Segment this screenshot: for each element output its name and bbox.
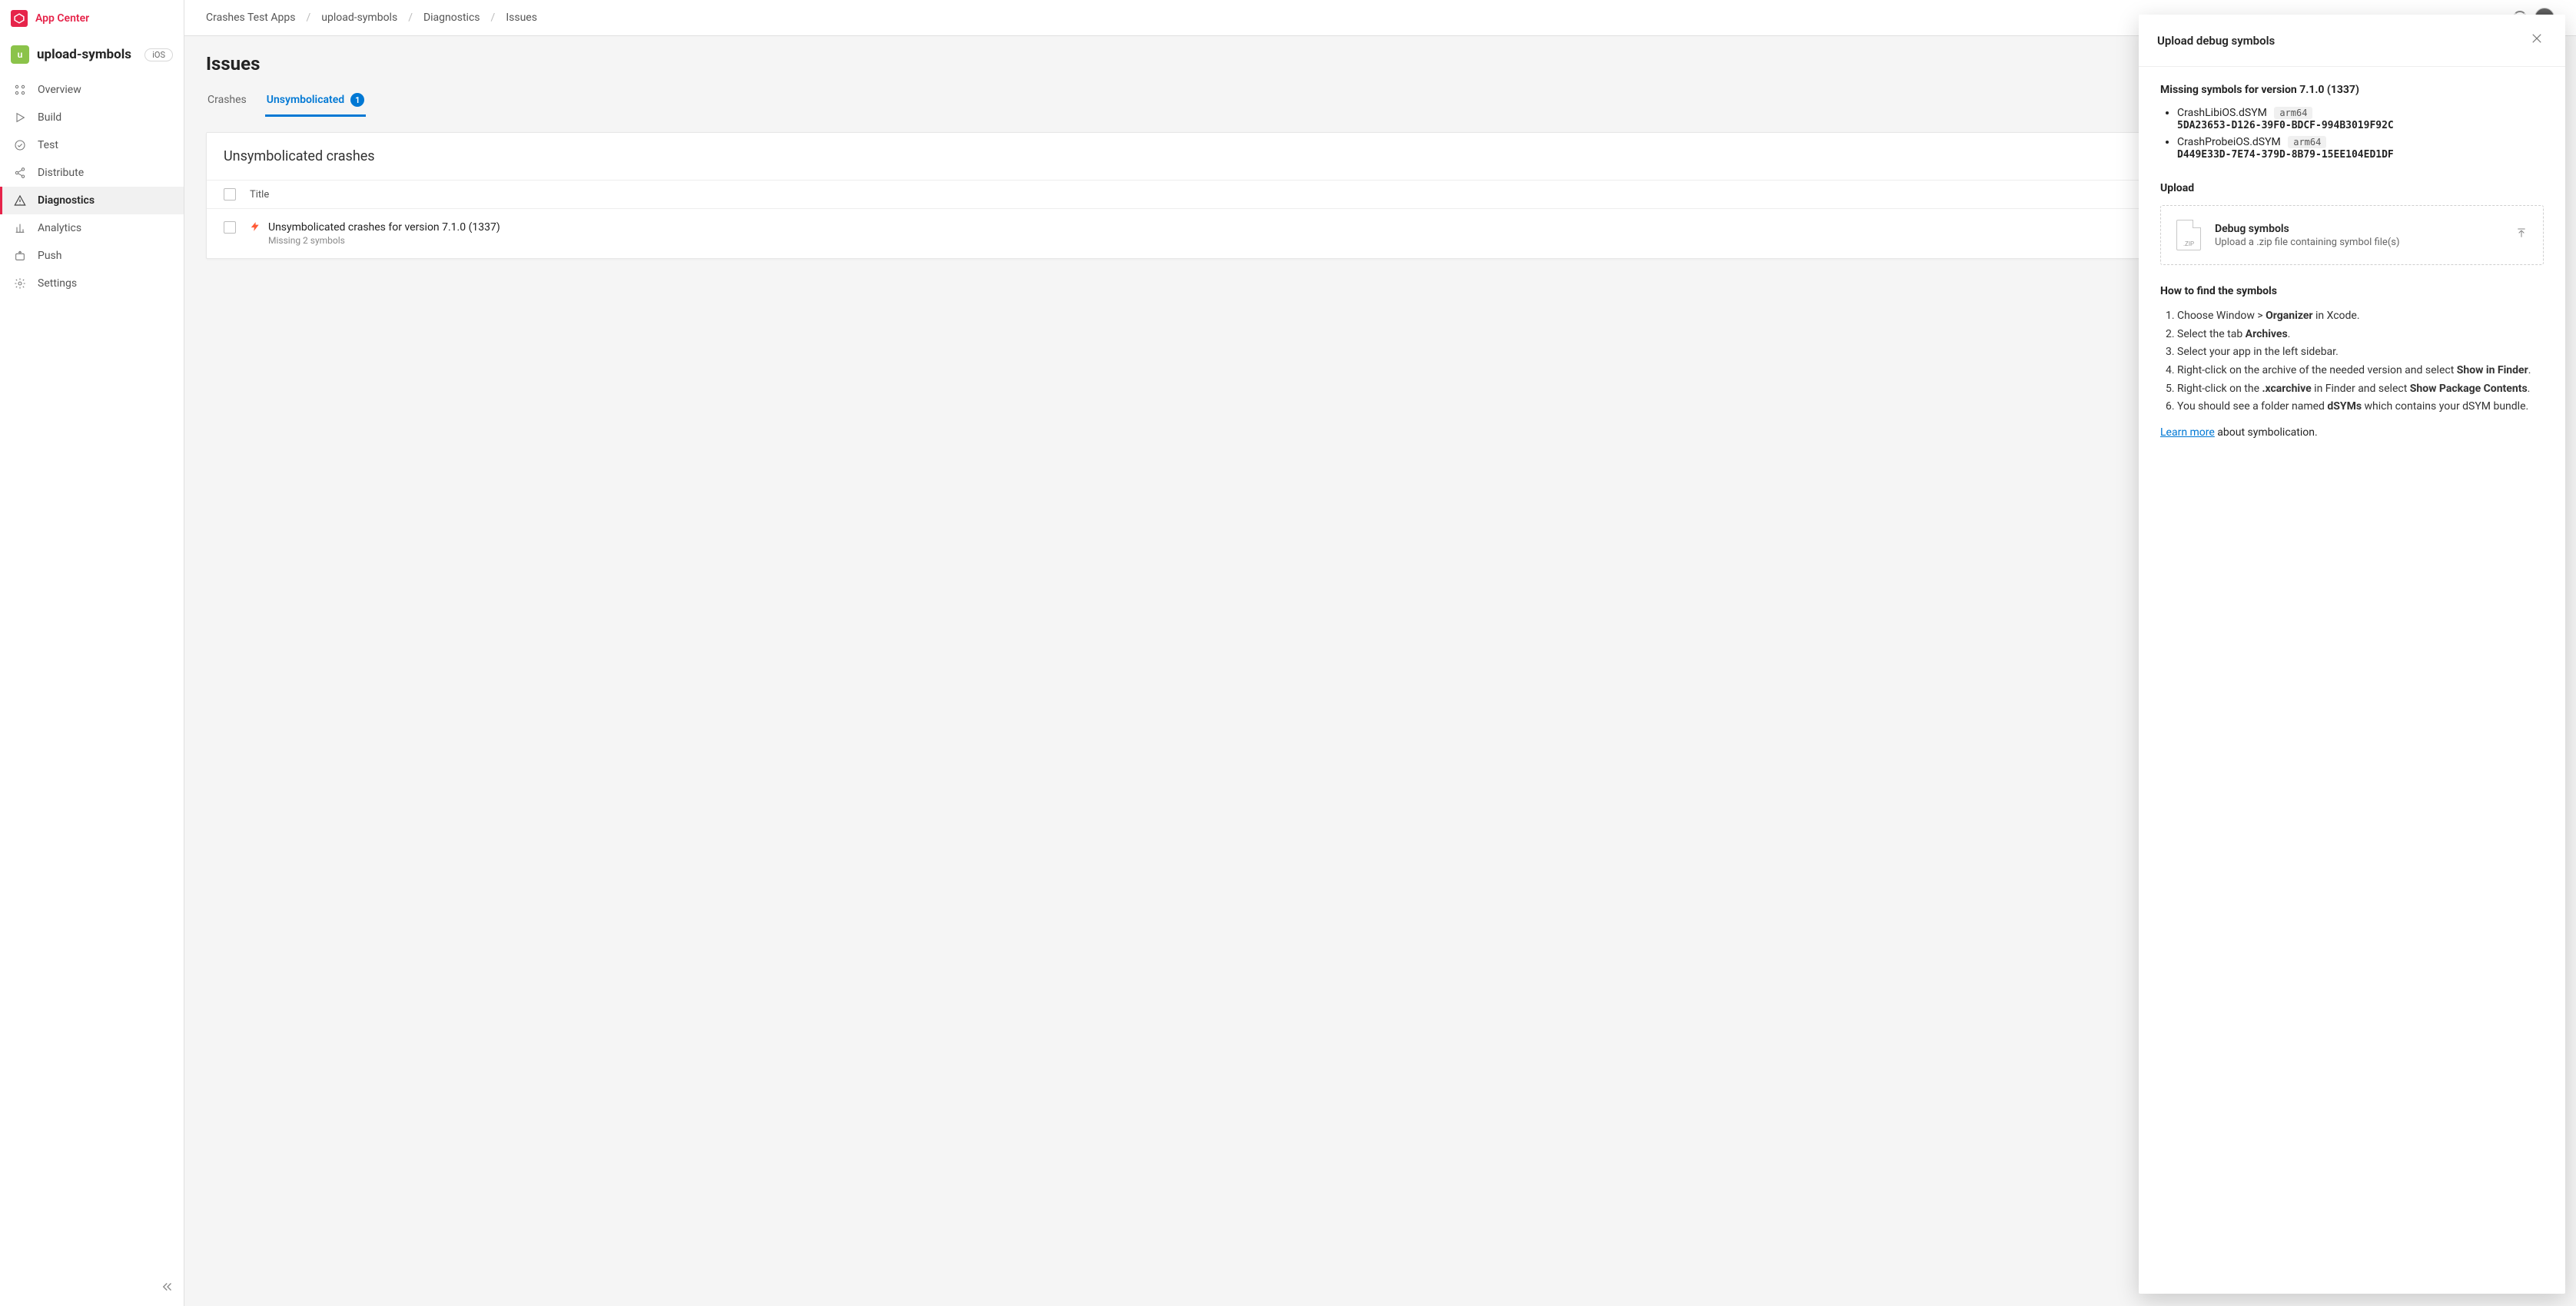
sidebar-item-overview[interactable]: Overview [0, 76, 184, 104]
upload-arrow-icon [2515, 227, 2528, 243]
howto-step: You should see a folder named dSYMs whic… [2177, 399, 2544, 416]
select-all-checkbox[interactable] [224, 188, 236, 201]
symbol-name: CrashLibiOS.dSYM [2177, 107, 2267, 119]
bolt-icon [250, 221, 261, 235]
row-checkbox[interactable] [224, 221, 236, 234]
howto-step: Right-click on the .xcarchive in Finder … [2177, 381, 2544, 398]
column-title: Title [250, 189, 269, 201]
brand-logo-icon [11, 10, 28, 27]
sidebar-item-diagnostics[interactable]: Diagnostics [0, 187, 184, 214]
sidebar-item-build[interactable]: Build [0, 104, 184, 131]
nav-label: Test [38, 139, 58, 151]
share-icon [13, 167, 27, 179]
symbol-uuid: 5DA23653-D126-39F0-BDCF-994B3019F92C [2177, 120, 2394, 131]
chart-icon [13, 222, 27, 234]
sidebar-item-distribute[interactable]: Distribute [0, 159, 184, 187]
howto-step: Choose Window > Organizer in Xcode. [2177, 308, 2544, 325]
panel-title: Upload debug symbols [2157, 34, 2275, 48]
nav-label: Overview [38, 84, 81, 96]
symbol-item: CrashLibiOS.dSYM arm64 5DA23653-D126-39F… [2177, 107, 2544, 131]
sidebar-item-test[interactable]: Test [0, 131, 184, 159]
missing-symbols-heading: Missing symbols for version 7.1.0 (1337) [2160, 84, 2544, 96]
sidebar: App Center u upload-symbols iOS Overview… [0, 0, 184, 1306]
tab-unsymbolicated[interactable]: Unsymbolicated 1 [265, 88, 367, 117]
chevrons-left-icon [161, 1280, 174, 1294]
tab-label: Crashes [207, 94, 247, 106]
upload-title: Debug symbols [2215, 223, 2400, 235]
check-circle-icon [13, 139, 27, 151]
nav-label: Settings [38, 277, 77, 290]
tab-count-badge: 1 [350, 93, 364, 107]
upload-dropzone[interactable]: .ZIP Debug symbols Upload a .zip file co… [2160, 205, 2544, 265]
nav-label: Build [38, 111, 61, 124]
tab-label: Unsymbolicated [267, 94, 344, 106]
crumb[interactable]: Crashes Test Apps [206, 12, 295, 24]
upload-heading: Upload [2160, 182, 2544, 194]
learn-more-row: Learn more about symbolication. [2160, 426, 2544, 439]
sidebar-item-analytics[interactable]: Analytics [0, 214, 184, 242]
grid-icon [13, 84, 27, 96]
sidebar-item-push[interactable]: Push [0, 242, 184, 270]
app-avatar: u [11, 45, 29, 64]
brand-name: App Center [35, 12, 89, 25]
howto-steps: Choose Window > Organizer in Xcode. Sele… [2160, 308, 2544, 416]
app-name: upload-symbols [37, 47, 131, 62]
missing-symbols-list: CrashLibiOS.dSYM arm64 5DA23653-D126-39F… [2160, 107, 2544, 161]
arch-badge: arm64 [2274, 107, 2312, 119]
howto-heading: How to find the symbols [2160, 285, 2544, 297]
platform-badge: iOS [144, 48, 173, 61]
play-icon [13, 111, 27, 124]
learn-more-link[interactable]: Learn more [2160, 426, 2215, 439]
tab-crashes[interactable]: Crashes [206, 88, 248, 117]
nav-label: Diagnostics [38, 194, 95, 207]
row-title: Unsymbolicated crashes for version 7.1.0… [268, 221, 500, 234]
gear-icon [13, 277, 27, 290]
app-header: u upload-symbols iOS [0, 36, 184, 71]
zip-file-icon: .ZIP [2176, 220, 2201, 250]
brand[interactable]: App Center [0, 0, 184, 36]
crumb-sep: / [408, 12, 413, 24]
nav-label: Distribute [38, 167, 84, 179]
howto-step: Right-click on the archive of the needed… [2177, 363, 2544, 380]
nav: Overview Build Test Distribute Diagnosti… [0, 71, 184, 1271]
crumb-sep: / [306, 12, 310, 24]
howto-step: Select the tab Archives. [2177, 326, 2544, 343]
howto-step: Select your app in the left sidebar. [2177, 344, 2544, 361]
push-icon [13, 250, 27, 262]
symbol-item: CrashProbeiOS.dSYM arm64 D449E33D-7E74-3… [2177, 136, 2544, 161]
sidebar-item-settings[interactable]: Settings [0, 270, 184, 297]
panel-header: Upload debug symbols [2139, 15, 2565, 67]
learn-more-text: about symbolication. [2215, 426, 2318, 439]
warning-icon [13, 194, 27, 207]
nav-label: Push [38, 250, 62, 262]
arch-badge: arm64 [2288, 136, 2326, 148]
nav-label: Analytics [38, 222, 81, 234]
crumb[interactable]: Diagnostics [423, 12, 480, 24]
close-icon [2530, 31, 2544, 45]
crumb[interactable]: upload-symbols [321, 12, 397, 24]
symbol-name: CrashProbeiOS.dSYM [2177, 136, 2281, 148]
row-subtitle: Missing 2 symbols [268, 235, 500, 246]
collapse-sidebar-button[interactable] [161, 1280, 174, 1297]
crumb-sep: / [491, 12, 496, 24]
main: Crashes Test Apps / upload-symbols / Dia… [184, 0, 2576, 1306]
close-button[interactable] [2527, 28, 2547, 52]
crumb[interactable]: Issues [506, 12, 537, 24]
symbol-uuid: D449E33D-7E74-379D-8B79-15EE104ED1DF [2177, 149, 2394, 161]
upload-subtitle: Upload a .zip file containing symbol fil… [2215, 237, 2400, 248]
breadcrumb: Crashes Test Apps / upload-symbols / Dia… [206, 12, 537, 24]
upload-symbols-panel: Upload debug symbols Missing symbols for… [2139, 15, 2565, 1294]
